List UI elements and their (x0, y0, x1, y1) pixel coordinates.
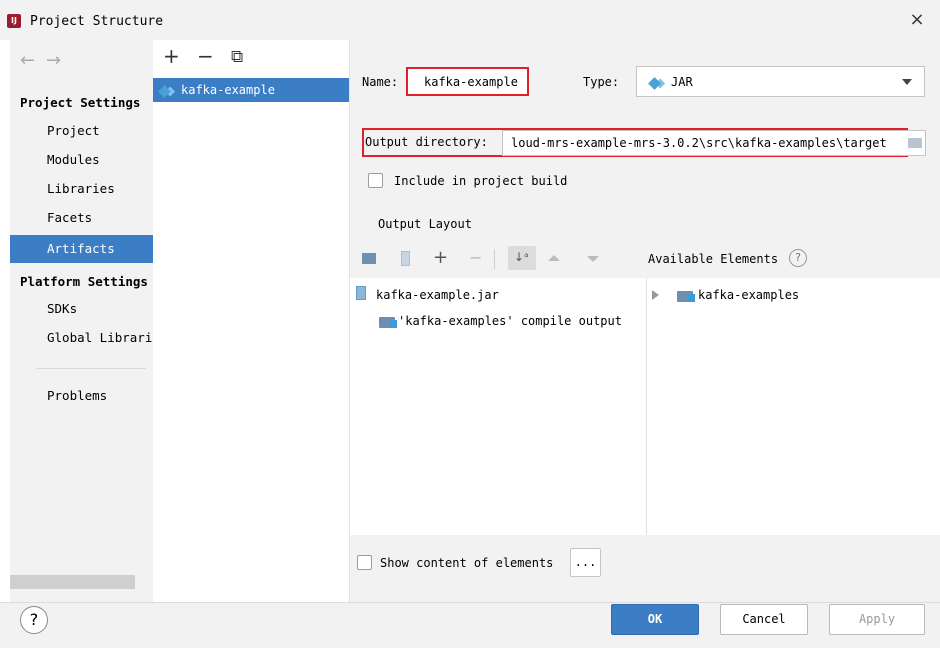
browse-folder-icon[interactable] (908, 138, 922, 148)
show-content-checkbox[interactable] (357, 555, 372, 570)
type-value: JAR (671, 75, 693, 89)
move-up-icon[interactable] (548, 255, 560, 261)
name-label: Name: (362, 75, 399, 89)
nav-item-global-libraries[interactable]: Global Librarie (10, 324, 153, 352)
output-layout-tab[interactable]: Output Layout (378, 217, 472, 231)
show-content-more-button[interactable]: ... (570, 548, 601, 577)
platform-settings-heading: Platform Settings (20, 274, 148, 289)
expand-arrow-icon[interactable] (652, 290, 659, 300)
project-settings-heading: Project Settings (20, 95, 141, 110)
copy-icon[interactable]: ⧉ (231, 47, 243, 67)
jar-artifact-icon (158, 85, 171, 99)
jar-file-icon (356, 285, 366, 300)
module-output-folder-icon (379, 315, 397, 329)
add-icon[interactable]: + (163, 44, 180, 68)
module-folder-icon (677, 289, 695, 303)
artifact-list-panel (153, 40, 350, 602)
toolbar-divider (494, 249, 495, 269)
output-directory-input[interactable]: loud-mrs-example-mrs-3.0.2\src\kafka-exa… (502, 130, 926, 156)
nav-item-modules[interactable]: Modules (10, 146, 153, 174)
nav-item-libraries[interactable]: Libraries (10, 175, 153, 203)
nav-horizontal-scrollbar[interactable] (10, 575, 135, 589)
show-content-label: Show content of elements (380, 556, 554, 570)
new-directory-icon[interactable] (362, 253, 376, 264)
nav-divider (36, 368, 146, 369)
remove-element-icon[interactable]: − (469, 248, 482, 267)
output-directory-value: loud-mrs-example-mrs-3.0.2\src\kafka-exa… (511, 136, 887, 150)
add-copy-icon[interactable]: + (433, 247, 448, 268)
remove-icon[interactable]: − (197, 44, 214, 68)
nav-item-facets[interactable]: Facets (10, 204, 153, 232)
back-arrow-icon[interactable]: ← (20, 50, 35, 71)
artifact-item-label: kafka-example (181, 83, 275, 97)
artifact-item-kafka-example[interactable]: kafka-example (153, 78, 349, 102)
available-elements-heading: Available Elements (648, 252, 779, 266)
include-in-build-label: Include in project build (394, 174, 568, 188)
layout-child-item[interactable]: 'kafka-examples' compile output (398, 314, 622, 328)
name-value: kafka-example (424, 75, 518, 89)
include-in-build-checkbox[interactable] (368, 173, 383, 188)
chevron-down-icon (902, 79, 912, 85)
window-title: Project Structure (30, 14, 164, 29)
move-down-icon[interactable] (587, 256, 599, 262)
output-layout-area (350, 240, 940, 535)
help-icon[interactable]: ? (789, 249, 807, 267)
nav-item-artifacts[interactable]: Artifacts (10, 235, 153, 263)
type-label: Type: (583, 75, 620, 89)
add-archive-icon[interactable] (401, 251, 410, 266)
forward-arrow-icon[interactable]: → (46, 50, 61, 71)
nav-item-problems[interactable]: Problems (10, 382, 153, 410)
ok-button[interactable]: OK (611, 604, 699, 635)
nav-item-project[interactable]: Project (10, 117, 153, 145)
nav-item-sdks[interactable]: SDKs (10, 295, 153, 323)
apply-button[interactable]: Apply (829, 604, 925, 635)
name-input[interactable]: kafka-example (406, 67, 529, 96)
close-icon[interactable]: × (905, 8, 929, 32)
output-directory-label: Output directory: (365, 135, 488, 149)
help-question-icon[interactable]: ? (20, 606, 48, 634)
sort-alphabetically-button[interactable]: ↓ᵃ (508, 246, 536, 270)
cancel-button[interactable]: Cancel (720, 604, 808, 635)
sort-az-icon: ↓ᵃ (514, 250, 529, 264)
jar-type-icon (648, 77, 661, 91)
layout-split-divider (646, 278, 647, 535)
intellij-app-icon: IJ (7, 14, 21, 28)
layout-root-item[interactable]: kafka-example.jar (376, 288, 499, 302)
available-item-kafka-examples[interactable]: kafka-examples (698, 288, 799, 302)
type-select[interactable]: JAR (636, 66, 925, 97)
